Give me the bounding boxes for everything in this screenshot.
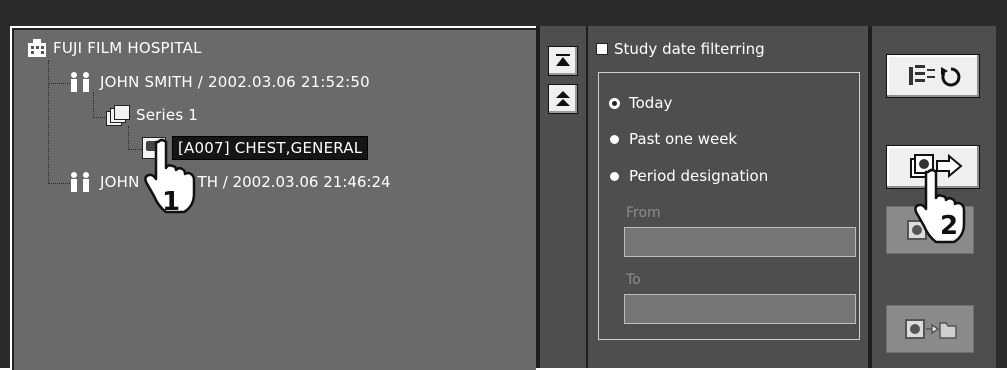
series-label: Series 1 bbox=[136, 106, 199, 124]
radio-indicator[interactable] bbox=[610, 171, 619, 181]
window-border-left bbox=[0, 26, 10, 368]
step-2-callout: 2 bbox=[940, 211, 958, 241]
page-up-icon bbox=[556, 91, 570, 106]
checkbox-label: Study date filterring bbox=[614, 40, 765, 58]
patient-icon bbox=[68, 172, 94, 192]
study-tree-panel[interactable]: FUJI FILM HOSPITAL JOHN SMITH / 2002.03.… bbox=[12, 28, 536, 370]
tree-node-series[interactable]: Series 1 bbox=[106, 105, 199, 126]
patient-icon bbox=[68, 72, 94, 92]
from-label: From bbox=[626, 205, 661, 221]
refresh-list-button[interactable] bbox=[886, 54, 980, 98]
hospital-icon bbox=[27, 38, 47, 58]
radio-indicator[interactable] bbox=[610, 98, 619, 108]
patient-label: JOHN SMITH / 2002.03.06 21:52:50 bbox=[100, 73, 370, 91]
study-date-filter-checkbox[interactable]: Study date filterring bbox=[596, 40, 765, 58]
to-date-field[interactable] bbox=[624, 294, 856, 324]
to-label: To bbox=[626, 272, 641, 288]
patient-label-right: TH / 2002.03.06 21:46:24 bbox=[197, 173, 391, 191]
checkbox-box[interactable] bbox=[596, 43, 608, 55]
hospital-label: FUJI FILM HOSPITAL bbox=[53, 39, 202, 57]
study-list-window: FUJI FILM HOSPITAL JOHN SMITH / 2002.03.… bbox=[0, 0, 1007, 370]
tree-node-patient[interactable]: JOHN SMITH / 2002.03.06 21:52:50 bbox=[68, 72, 370, 92]
radio-period-designation[interactable]: Period designation bbox=[610, 167, 768, 185]
pointer-hand-icon: 1 bbox=[144, 138, 196, 216]
radio-label: Today bbox=[629, 94, 673, 112]
tree-line bbox=[128, 126, 129, 150]
radio-label: Past one week bbox=[629, 130, 738, 148]
tree-line bbox=[128, 149, 142, 150]
tree-node-patient[interactable]: JOHN TH / 2002.03.06 21:46:24 bbox=[68, 172, 391, 192]
tree-node-hospital[interactable]: FUJI FILM HOSPITAL bbox=[27, 38, 202, 58]
pointer-hand-icon: 2 bbox=[914, 168, 966, 244]
title-bar bbox=[0, 0, 1007, 26]
page-up-button[interactable] bbox=[548, 84, 578, 114]
tree-line bbox=[48, 83, 70, 84]
tree-line bbox=[48, 183, 70, 184]
radio-label: Period designation bbox=[629, 167, 769, 185]
tree-line bbox=[93, 117, 107, 118]
save-to-folder-button[interactable] bbox=[886, 305, 974, 353]
tree-line bbox=[93, 92, 94, 118]
step-1-callout: 1 bbox=[162, 187, 180, 216]
jump-to-top-icon bbox=[556, 54, 570, 66]
window-border-right bbox=[996, 26, 1007, 368]
jump-to-top-button[interactable] bbox=[548, 46, 578, 76]
image-label: [A007] CHEST,GENERAL bbox=[172, 136, 369, 160]
tree-line bbox=[48, 60, 49, 184]
series-icon bbox=[106, 105, 130, 126]
refresh-list-icon bbox=[909, 65, 961, 87]
radio-today[interactable]: Today bbox=[610, 94, 672, 112]
save-to-folder-icon bbox=[905, 319, 957, 339]
patient-label-left: JOHN bbox=[100, 173, 140, 191]
navigation-column bbox=[540, 26, 586, 368]
from-date-field[interactable] bbox=[624, 227, 856, 257]
radio-past-week[interactable]: Past one week bbox=[610, 130, 737, 148]
radio-indicator[interactable] bbox=[610, 134, 619, 144]
